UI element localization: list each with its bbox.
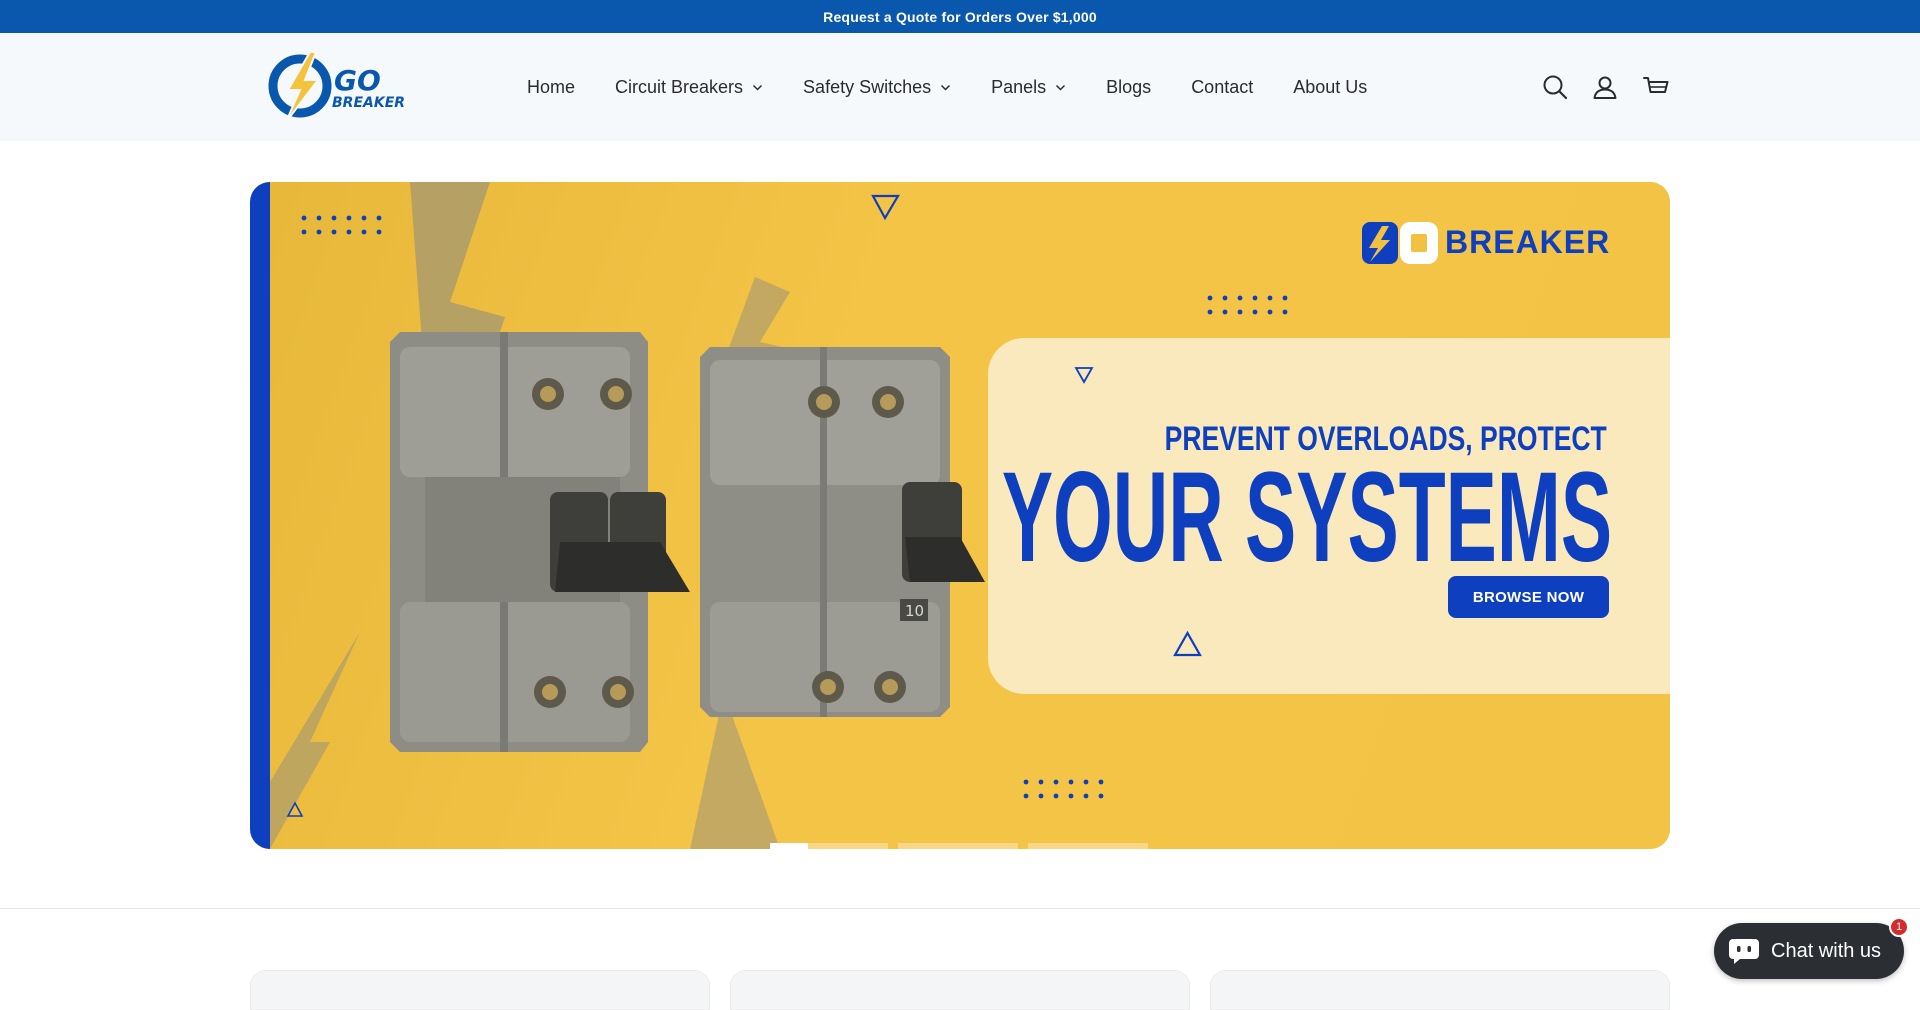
search-icon[interactable] xyxy=(1541,73,1569,101)
nav-item-home[interactable]: Home xyxy=(527,77,575,98)
slide-indicator-2[interactable] xyxy=(898,843,1018,849)
logo-text-breaker: BREAKER xyxy=(332,95,405,111)
nav-item-label: About Us xyxy=(1293,76,1368,97)
collection-card-1[interactable] xyxy=(250,970,710,1010)
nav-item-about-us[interactable]: About Us xyxy=(1293,77,1367,98)
account-icon[interactable] xyxy=(1591,73,1619,101)
nav-item-safety-switches[interactable]: Safety Switches xyxy=(803,77,951,98)
slider-indicators xyxy=(770,843,1148,849)
announcement-bar: Request a Quote for Orders Over $1,000 xyxy=(0,0,1920,33)
logo-text-go: GO xyxy=(334,64,381,97)
slide-indicator-3[interactable] xyxy=(1028,843,1148,849)
chat-notification-badge: 1 xyxy=(1889,917,1909,937)
nav-item-label: Safety Switches xyxy=(803,76,932,97)
main-nav: Home Circuit Breakers Safety Switches Panel… xyxy=(527,33,1407,141)
slide-indicator-1-track xyxy=(808,843,888,849)
nav-item-blogs[interactable]: Blogs xyxy=(1106,77,1151,98)
site-logo[interactable]: GO BREAKER xyxy=(266,50,416,124)
collection-card-3[interactable] xyxy=(1210,970,1670,1010)
hero-title: YOUR SYSTEMS xyxy=(1001,446,1612,589)
cart-icon[interactable] xyxy=(1642,73,1670,101)
collection-card-2[interactable] xyxy=(730,970,1190,1010)
hero-brand-text: BREAKER xyxy=(1445,224,1611,260)
nav-item-label: Contact xyxy=(1191,76,1254,97)
chat-widget-button[interactable]: Chat with us xyxy=(1714,923,1904,979)
hero-banner[interactable]: 10 BREAKER PREVENT OVERLOADS, PROTECT YO… xyxy=(250,182,1670,849)
chevron-down-icon xyxy=(941,84,951,91)
browse-now-button[interactable]: BROWSE NOW xyxy=(1448,576,1609,618)
nav-item-circuit-breakers[interactable]: Circuit Breakers xyxy=(615,77,763,98)
chat-bubble-icon xyxy=(1729,939,1759,964)
chat-label: Chat with us xyxy=(1771,939,1882,962)
chevron-down-icon xyxy=(753,84,763,91)
chevron-down-icon xyxy=(1056,84,1066,91)
nav-item-panels[interactable]: Panels xyxy=(991,77,1066,98)
nav-item-label: Panels xyxy=(991,76,1047,97)
nav-item-contact[interactable]: Contact xyxy=(1191,77,1253,98)
announcement-text: Request a Quote for Orders Over $1,000 xyxy=(823,8,1097,25)
nav-item-label: Home xyxy=(527,76,576,97)
section-divider xyxy=(0,908,1920,909)
nav-item-label: Blogs xyxy=(1106,76,1152,97)
nav-item-label: Circuit Breakers xyxy=(615,76,744,97)
slide-indicator-1[interactable] xyxy=(770,843,808,849)
